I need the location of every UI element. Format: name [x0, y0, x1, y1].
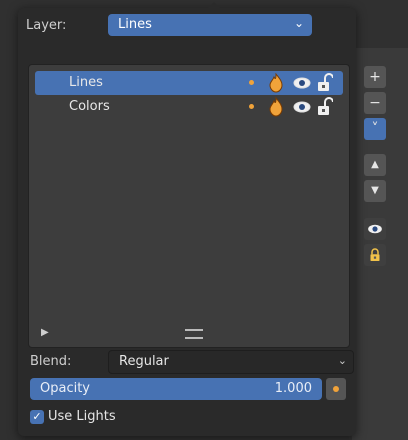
- eye-icon[interactable]: [364, 218, 386, 240]
- layer-name: Lines: [69, 75, 103, 90]
- eye-icon[interactable]: [293, 100, 311, 114]
- chevron-down-icon: ⌄: [293, 16, 304, 30]
- lock-icon[interactable]: [364, 244, 386, 266]
- keyframe-dot-icon: [249, 80, 254, 85]
- move-down-button[interactable]: ▼: [364, 180, 386, 202]
- keyframe-button[interactable]: [326, 378, 346, 400]
- opacity-slider[interactable]: Opacity 1.000: [30, 378, 322, 400]
- blend-select-value: Regular: [119, 354, 169, 369]
- blend-label: Blend:: [30, 354, 72, 369]
- keyframe-dot-icon: [333, 386, 339, 392]
- use-lights-checkbox[interactable]: ✓: [30, 410, 44, 424]
- layer-list[interactable]: Lines Colors ▶: [28, 64, 350, 348]
- layer-select[interactable]: Lines ⌄: [108, 14, 312, 36]
- eye-icon[interactable]: [293, 76, 311, 90]
- opacity-value: 1.000: [274, 381, 312, 396]
- layer-label: Layer:: [26, 18, 67, 33]
- layer-specials-button[interactable]: ˅: [364, 118, 386, 140]
- unlock-icon[interactable]: [317, 73, 333, 93]
- resize-grip-icon[interactable]: [185, 329, 203, 339]
- use-lights-label: Use Lights: [48, 409, 116, 424]
- chevron-down-icon: ⌄: [337, 354, 347, 367]
- list-item[interactable]: Colors: [35, 95, 343, 119]
- expand-triangle-icon[interactable]: ▶: [41, 327, 49, 338]
- layer-select-value: Lines: [118, 17, 152, 32]
- add-layer-button[interactable]: +: [364, 66, 386, 88]
- popover-notch: [208, 2, 220, 8]
- remove-layer-button[interactable]: −: [364, 92, 386, 114]
- list-item[interactable]: Lines: [35, 71, 343, 95]
- flame-icon[interactable]: [267, 97, 285, 117]
- unlock-icon[interactable]: [317, 97, 333, 117]
- blend-select[interactable]: Regular ⌄: [108, 350, 354, 374]
- layer-name: Colors: [69, 99, 110, 114]
- keyframe-dot-icon: [249, 104, 254, 109]
- move-up-button[interactable]: ▲: [364, 154, 386, 176]
- opacity-label: Opacity: [40, 381, 91, 396]
- flame-icon[interactable]: [267, 73, 285, 93]
